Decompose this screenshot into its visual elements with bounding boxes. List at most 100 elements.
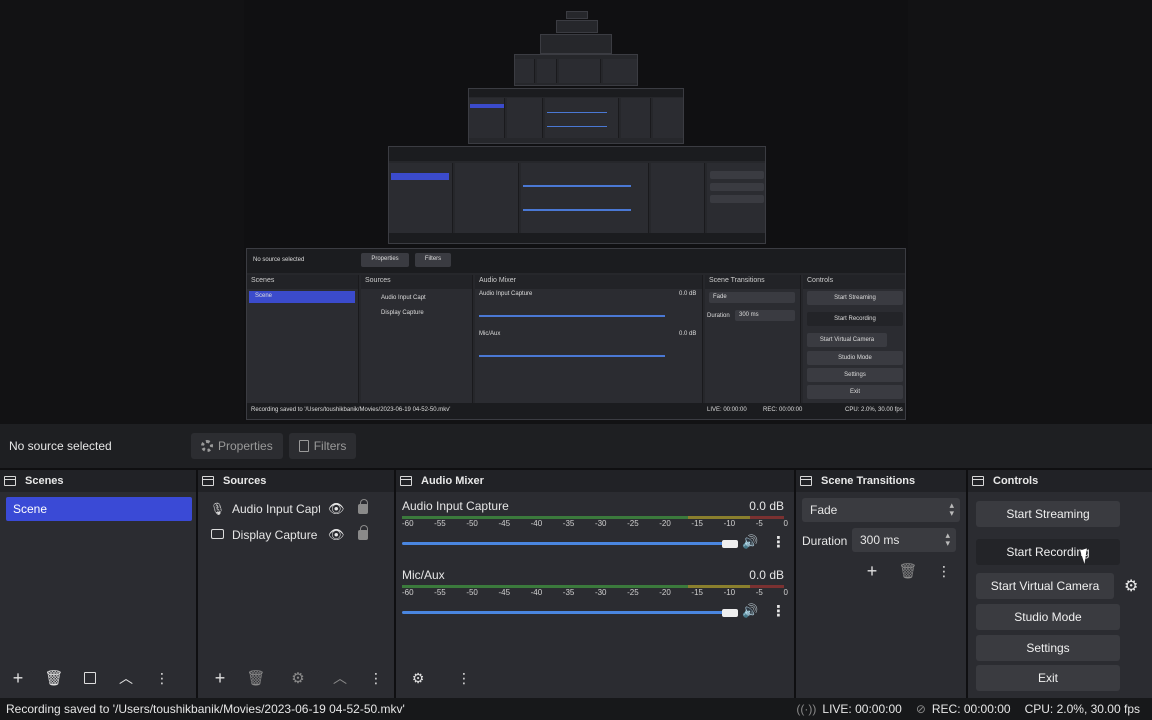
gear-icon bbox=[201, 440, 213, 452]
nested-obs-window-5 bbox=[540, 34, 612, 54]
nested-source-1: Audio Input Capt bbox=[381, 295, 426, 301]
nested-channel-1: Audio Input Capture bbox=[479, 291, 533, 297]
audio-mixer-dock-header: Audio Mixer bbox=[396, 470, 794, 492]
rec-time: REC: 00:00:00 bbox=[931, 702, 1011, 716]
scene-menu-button[interactable]: ⋮ bbox=[144, 663, 180, 693]
nested-mixer-title: Audio Mixer bbox=[475, 275, 702, 289]
start-virtual-camera-button[interactable]: Start Virtual Camera bbox=[976, 573, 1114, 599]
sources-dock: Sources 🎙 Audio Input Capt 👁 Display Cap… bbox=[198, 470, 394, 698]
nested-duration-value: 300 ms bbox=[735, 310, 795, 321]
duration-label: Duration bbox=[802, 534, 848, 548]
scenes-toolbar: + 🗑 ︿ ⋮ bbox=[0, 658, 196, 698]
chevron-updown-icon: ▴ ▾ bbox=[949, 500, 954, 518]
scenes-dock-header: Scenes bbox=[0, 470, 196, 492]
eye-icon[interactable]: 👁 bbox=[328, 501, 345, 517]
nested-obs-window-4 bbox=[514, 54, 638, 86]
channel-menu-button[interactable]: ⋮ bbox=[771, 533, 786, 551]
nested-2-btn-1 bbox=[710, 171, 764, 179]
settings-button[interactable]: Settings bbox=[976, 635, 1120, 661]
nested-mixer-panel: Audio Mixer Audio Input Capture 0.0 dB M… bbox=[475, 275, 703, 403]
add-transition-button[interactable]: + bbox=[854, 556, 890, 586]
lock-icon[interactable] bbox=[358, 499, 368, 514]
spin-arrows-icon[interactable]: ▴ ▾ bbox=[945, 531, 950, 548]
nested-sources-panel: Sources Audio Input Capt Display Capture bbox=[361, 275, 473, 403]
speaker-icon[interactable]: 🔊 bbox=[742, 534, 758, 550]
volume-slider[interactable] bbox=[402, 542, 734, 545]
scene-list-item[interactable]: Scene bbox=[6, 497, 192, 521]
source-info-bar: No source selected Properties Filters bbox=[0, 424, 1152, 468]
transition-menu-button[interactable]: ⋮ bbox=[926, 556, 962, 586]
nested-transitions-title: Scene Transitions bbox=[705, 275, 800, 289]
preview-canvas[interactable]: No source selected Properties Filters Sc… bbox=[0, 0, 1152, 424]
nested-start-streaming: Start Streaming bbox=[807, 291, 903, 305]
lock-icon[interactable] bbox=[358, 525, 368, 540]
properties-label: Properties bbox=[218, 439, 273, 453]
dock-icon bbox=[202, 476, 214, 486]
move-source-up-button[interactable]: ︿ bbox=[322, 663, 358, 693]
nested-scene-label: Scene bbox=[255, 293, 273, 299]
volume-slider[interactable] bbox=[402, 611, 734, 614]
tick-label: -20 bbox=[659, 519, 671, 528]
nested-3-slider-2 bbox=[547, 126, 607, 127]
move-scene-up-button[interactable]: ︿ bbox=[108, 663, 144, 693]
tick-label: -45 bbox=[498, 588, 511, 597]
remove-source-button[interactable]: 🗑 bbox=[238, 663, 274, 693]
tick-label: -20 bbox=[659, 588, 671, 597]
virtual-camera-settings-button[interactable]: ⚙ bbox=[1124, 576, 1144, 596]
start-streaming-button[interactable]: Start Streaming bbox=[976, 501, 1120, 527]
scene-filters-button[interactable] bbox=[72, 663, 108, 693]
filter-icon bbox=[298, 440, 309, 452]
eye-icon[interactable]: 👁 bbox=[328, 527, 345, 543]
start-recording-button[interactable]: Start Recording bbox=[976, 539, 1120, 565]
nested-studio-mode: Studio Mode bbox=[807, 351, 903, 365]
tick-label: -55 bbox=[434, 519, 446, 528]
tick-label: -35 bbox=[562, 588, 575, 597]
remove-transition-button[interactable]: 🗑 bbox=[890, 556, 926, 586]
nested-channel-2-db: 0.0 dB bbox=[679, 331, 697, 337]
filters-button[interactable]: Filters bbox=[288, 433, 357, 459]
source-item-audio-input[interactable]: 🎙 Audio Input Capt 👁 bbox=[210, 498, 370, 520]
advanced-audio-button[interactable]: ⚙ bbox=[400, 663, 436, 693]
tick-label: -5 bbox=[755, 588, 763, 597]
kebab-menu-icon: ⋮ bbox=[457, 669, 471, 686]
exit-button[interactable]: Exit bbox=[976, 665, 1120, 691]
nested-4-controls bbox=[603, 59, 637, 83]
nested-2-btn-3 bbox=[710, 195, 764, 203]
broadcast-icon: ((·)) bbox=[796, 702, 817, 716]
tick-label: -55 bbox=[434, 588, 446, 597]
scenes-title: Scenes bbox=[25, 475, 64, 487]
source-properties-button[interactable]: ⚙ bbox=[280, 663, 316, 693]
remove-scene-button[interactable]: 🗑 bbox=[36, 663, 72, 693]
plus-icon: + bbox=[866, 560, 878, 581]
volume-slider-handle[interactable] bbox=[722, 540, 738, 548]
tick-label: -40 bbox=[530, 588, 543, 597]
add-source-button[interactable]: + bbox=[202, 663, 238, 693]
source-item-display-capture[interactable]: Display Capture 👁 bbox=[210, 524, 370, 546]
microphone-icon: 🎙 bbox=[210, 502, 226, 516]
nested-obs-window-7 bbox=[566, 11, 588, 19]
nested-2-slider-1 bbox=[523, 185, 631, 187]
plus-icon: + bbox=[12, 667, 24, 688]
nested-filters-button: Filters bbox=[415, 253, 451, 267]
no-source-label: No source selected bbox=[9, 439, 112, 453]
duration-spinbox[interactable]: 300 ms ▴ ▾ bbox=[852, 528, 956, 552]
mixer-menu-button[interactable]: ⋮ bbox=[446, 663, 482, 693]
studio-mode-button[interactable]: Studio Mode bbox=[976, 604, 1120, 630]
speaker-icon[interactable]: 🔊 bbox=[742, 603, 758, 619]
source-menu-button[interactable]: ⋮ bbox=[358, 663, 394, 693]
properties-button[interactable]: Properties bbox=[191, 433, 283, 459]
channel-menu-button[interactable]: ⋮ bbox=[771, 602, 786, 620]
nested-status-message: Recording saved to '/Users/toushikbanik/… bbox=[251, 407, 451, 413]
transition-select[interactable]: Fade ▴ ▾ bbox=[802, 498, 960, 522]
add-scene-button[interactable]: + bbox=[0, 663, 36, 693]
volume-slider-handle[interactable] bbox=[722, 609, 738, 617]
nested-properties-button: Properties bbox=[361, 253, 409, 267]
nested-duration-label: Duration bbox=[707, 313, 730, 319]
nested-3-sources bbox=[507, 98, 543, 138]
nested-channel-2: Mic/Aux bbox=[479, 331, 501, 337]
tick-label: -30 bbox=[594, 519, 607, 528]
trash-icon: 🗑 bbox=[44, 670, 64, 687]
tick-label: -10 bbox=[723, 588, 736, 597]
nested-channel-1-db: 0.0 dB bbox=[679, 291, 697, 297]
nested-3-scene-item bbox=[470, 104, 504, 108]
